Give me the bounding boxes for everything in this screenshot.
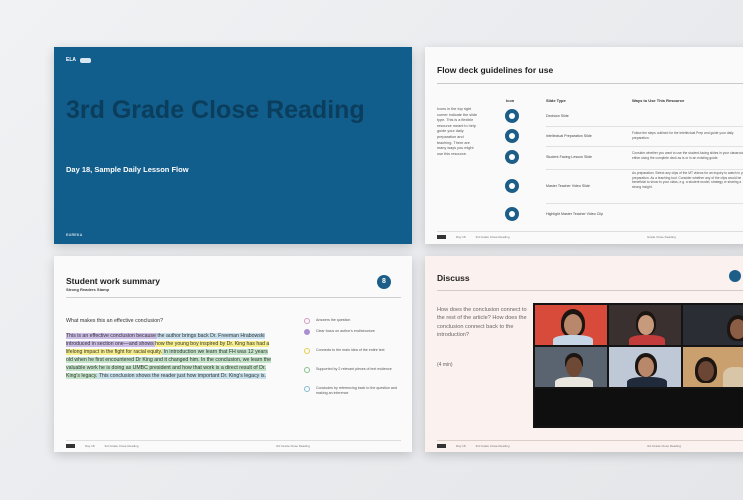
- criteria-label: Connects to the main idea of the entire …: [316, 348, 385, 352]
- row-divider: [546, 203, 743, 204]
- participant-tile: [535, 305, 607, 345]
- criteria-label: Supported by 2 relevant pieces of text e…: [316, 367, 392, 371]
- divider: [66, 297, 401, 298]
- video-empty-area: [535, 389, 743, 426]
- col-header-icon: Icon: [506, 98, 515, 103]
- deck-subtitle: Day 18, Sample Daily Lesson Flow: [66, 165, 189, 174]
- essay-segment: This conclusion shows the reader just ho…: [97, 373, 266, 380]
- slide-footer: Day 18 3rd Grade Close Reading: [437, 235, 510, 239]
- participant-tile: [683, 305, 743, 345]
- footer-day: Day 18: [456, 235, 466, 239]
- row-type: Intellectual Preparation Slide: [546, 134, 592, 138]
- row-type: Master Teacher Video Slide: [546, 184, 590, 188]
- row-use: Follow the steps outlined for the Intell…: [632, 131, 734, 140]
- col-header-ways: Ways to Use This Resource: [632, 98, 685, 103]
- criteria-label: Answers the question: [316, 318, 351, 322]
- criteria-dot-icon: [304, 318, 310, 324]
- slide-discuss[interactable]: Discuss How does the conclusion connect …: [425, 256, 743, 452]
- essay-segment: This is an effective conclusion because: [66, 333, 158, 339]
- footer-course: 3rd Grade Close Reading: [475, 444, 510, 448]
- slide-type-badge: 8: [377, 275, 391, 289]
- brand-logo: ELA: [66, 57, 91, 63]
- participant-tile: [609, 305, 681, 345]
- guidelines-intro: Icons in the top right corner indicate t…: [437, 107, 478, 156]
- discussion-question: What makes this an effective conclusion?: [66, 318, 164, 324]
- footer-divider: [437, 440, 743, 441]
- essay-segment: introduced in section one—and shows: [66, 341, 156, 348]
- video-play-icon: [505, 179, 519, 193]
- row-type: Decision Slide: [546, 114, 569, 118]
- row-use: Consider whether you want to use the stu…: [632, 151, 743, 160]
- participant-tile: [535, 347, 607, 387]
- slide-footer: Day 18 3rd Grade Close Reading: [437, 444, 510, 448]
- slide-title[interactable]: ELA 3rd Grade Close Reading Day 18, Samp…: [54, 47, 412, 244]
- brand-logo-text: ELA: [66, 57, 76, 63]
- criteria-dot-icon: [304, 329, 310, 335]
- slide-guidelines[interactable]: Flow deck guidelines for use Icons in th…: [425, 47, 743, 244]
- decision-icon: [505, 109, 519, 123]
- essay-segment: the author brings back Dr. Freeman Hrabo…: [157, 333, 265, 339]
- row-type: Highlight Master Teacher Video Clip: [546, 212, 603, 216]
- participant-tile: [609, 347, 681, 387]
- footer-day: Day 18: [456, 444, 466, 448]
- slide-footer: Day 18 3rd Grade Close Reading: [66, 444, 139, 448]
- slide-heading: Discuss: [437, 273, 470, 283]
- criteria-dot-icon: [304, 348, 310, 354]
- student-lesson-icon: [505, 150, 519, 164]
- time-estimate: (4 min): [437, 362, 453, 368]
- row-type: Student-Facing Lesson Slide: [546, 155, 592, 159]
- deck-title: 3rd Grade Close Reading: [66, 96, 365, 124]
- row-divider: [546, 146, 743, 147]
- slide-footer-right: Grade Close Reading: [647, 235, 676, 239]
- student-essay: This is an effective conclusion because …: [66, 332, 276, 381]
- footer-logo-icon: [437, 444, 446, 448]
- brand-pill-icon: [80, 57, 91, 63]
- row-divider: [546, 126, 743, 127]
- slide-type-badge: [729, 270, 741, 282]
- slide-footer-right: 3rd Grade Close Reading: [276, 444, 311, 448]
- slide-footer-brand: EUREKA: [66, 233, 83, 237]
- footer-course: 3rd Grade Close Reading: [104, 444, 139, 448]
- footer-divider: [66, 440, 401, 441]
- slide-student-work[interactable]: Student work summary Strong Readers Stam…: [54, 256, 412, 452]
- col-header-slide-type: Slide Type: [546, 98, 566, 103]
- slide-subheading: Strong Readers Stamp: [66, 287, 110, 292]
- row-use: As preparation: Select any clips of the …: [632, 171, 743, 189]
- video-conference-still[interactable]: [533, 303, 743, 428]
- video-clip-icon: [505, 207, 519, 221]
- discussion-prompt: How does the conclusion connect to the r…: [437, 307, 527, 339]
- footer-course: 3rd Grade Close Reading: [475, 235, 510, 239]
- prep-icon: [505, 129, 519, 143]
- row-divider: [546, 169, 743, 170]
- footer-divider: [437, 231, 743, 232]
- slide-footer-right: 3rd Grade Close Reading: [647, 444, 682, 448]
- footer-logo-icon: [437, 235, 446, 239]
- criteria-dot-icon: [304, 367, 310, 373]
- divider: [437, 83, 743, 84]
- footer-logo-icon: [66, 444, 75, 448]
- footer-day: Day 18: [85, 444, 95, 448]
- criteria-label: Concludes by referencing back to the que…: [316, 386, 397, 395]
- slide-heading: Student work summary: [66, 276, 160, 286]
- slide-heading: Flow deck guidelines for use: [437, 65, 554, 75]
- divider: [437, 290, 743, 291]
- criteria-dot-icon: [304, 386, 310, 392]
- criteria-label: Clear focus on author's end/structure: [316, 329, 375, 333]
- participant-tile: [683, 347, 743, 387]
